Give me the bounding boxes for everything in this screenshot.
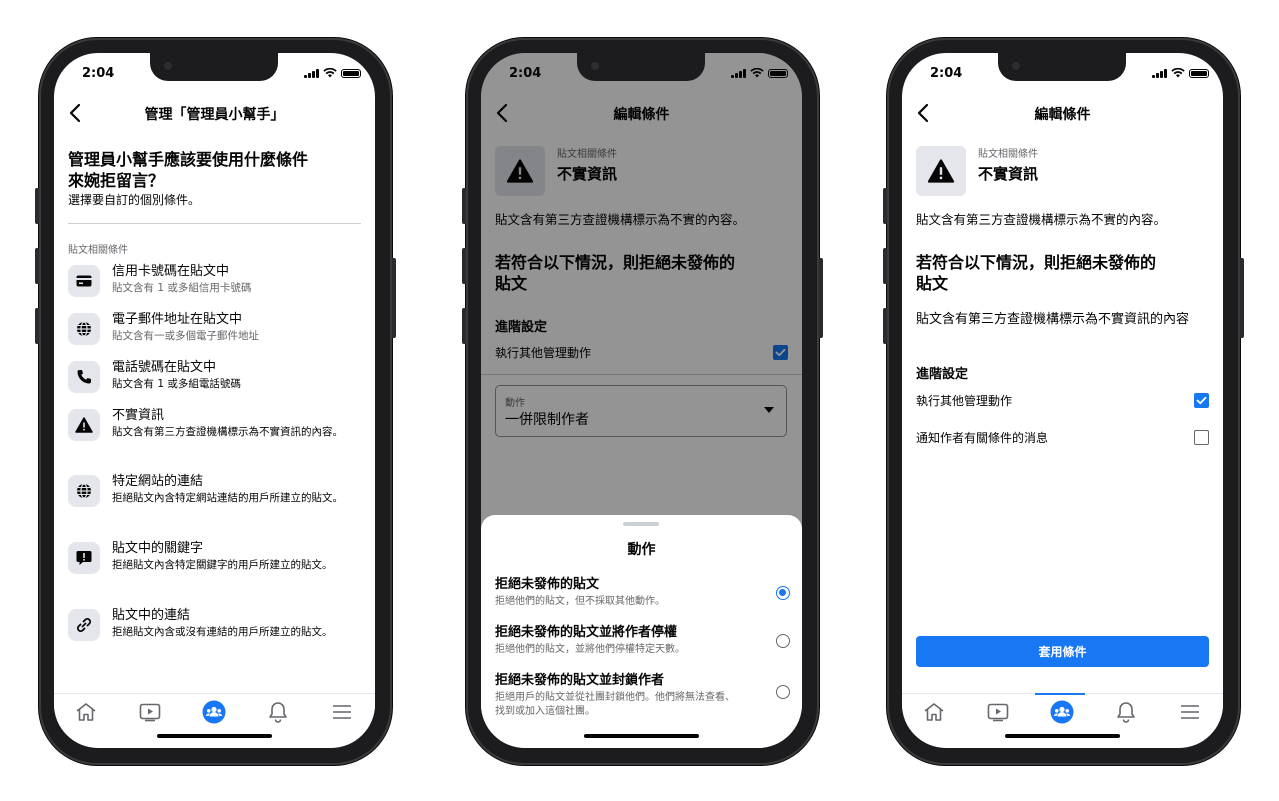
home-icon[interactable] bbox=[74, 700, 98, 724]
item-desc: 貼文含有第三方查證機構標示為不實資訊的內容。 bbox=[112, 426, 343, 438]
wifi-icon bbox=[750, 68, 764, 78]
sheet-title: 動作 bbox=[627, 542, 656, 558]
bell-icon[interactable] bbox=[266, 700, 290, 724]
phone-frame-2: 2:04 編輯條件 貼文相關條件 不實資訊 貼文含有第三方查證機構標示為不實的內… bbox=[462, 38, 823, 765]
warning-icon bbox=[916, 146, 966, 196]
condition-title: 不實資訊 bbox=[978, 165, 1039, 183]
bell-icon[interactable] bbox=[1114, 700, 1138, 724]
video-icon[interactable] bbox=[986, 700, 1010, 724]
sheet-grabber[interactable] bbox=[623, 522, 659, 526]
groups-icon[interactable] bbox=[1050, 700, 1074, 724]
question-subtitle: 選擇要自訂的個別條件。 bbox=[68, 193, 201, 207]
notch bbox=[150, 53, 278, 81]
screen-2: 2:04 編輯條件 貼文相關條件 不實資訊 貼文含有第三方查證機構標示為不實的內… bbox=[481, 53, 802, 748]
item-title: 貼文中的關鍵字 bbox=[112, 541, 204, 556]
option-radio[interactable] bbox=[776, 685, 790, 699]
home-indicator bbox=[157, 734, 272, 738]
active-tab-indicator bbox=[1035, 693, 1085, 695]
option-title: 拒絕未發佈的貼文 bbox=[495, 577, 600, 592]
condition-category: 貼文相關條件 bbox=[978, 149, 1038, 160]
option-title: 拒絕未發佈的貼文並將作者停權 bbox=[495, 625, 678, 640]
wifi-icon bbox=[323, 68, 337, 78]
credit-card-icon bbox=[68, 265, 100, 297]
video-icon[interactable] bbox=[138, 700, 162, 724]
option-title: 拒絕未發佈的貼文並封鎖作者 bbox=[495, 673, 665, 688]
notify-author-label: 通知作者有關條件的消息 bbox=[916, 431, 1049, 445]
option-reject-block[interactable]: 拒絕未發佈的貼文並封鎖作者 拒絕用戶的貼文並從社團封鎖他們。他們將無法查看、找到… bbox=[495, 672, 790, 719]
screen-1: 2:04 管理「管理員小幫手」 管理員小幫手應該要使用什麼條件 來婉拒留言？ 選… bbox=[54, 53, 375, 748]
item-title: 貼文中的連結 bbox=[112, 608, 191, 623]
item-desc: 拒絕貼文內含特定關鍵字的用戶所建立的貼文。 bbox=[112, 559, 333, 571]
signal-icon bbox=[304, 69, 319, 78]
phone-frame-3: 2:04 編輯條件 貼文相關條件 不實資訊 貼文含有第三方查證機構標示為不實的內… bbox=[883, 38, 1244, 765]
battery-icon bbox=[768, 69, 788, 78]
option-reject-suspend[interactable]: 拒絕未發佈的貼文並將作者停權 拒絕他們的貼文，並將他們停權特定天數。 bbox=[495, 624, 790, 657]
section-label: 貼文相關條件 bbox=[68, 245, 128, 256]
option-radio[interactable] bbox=[776, 634, 790, 648]
signal-icon bbox=[731, 69, 746, 78]
item-desc: 貼文含有 1 或多組信用卡號碼 bbox=[112, 282, 252, 294]
wifi-icon bbox=[1171, 68, 1185, 78]
item-title: 電話號碼在貼文中 bbox=[112, 360, 217, 375]
item-desc: 拒絕貼文內含或沒有連結的用戶所建立的貼文。 bbox=[112, 626, 333, 638]
bottom-nav bbox=[902, 693, 1223, 730]
status-time: 2:04 bbox=[82, 66, 115, 81]
item-desc: 拒絕貼文內含特定網站連結的用戶所建立的貼文。 bbox=[112, 492, 343, 504]
rule-desc: 貼文含有第三方查證機構標示為不實資訊的內容 bbox=[916, 312, 1190, 327]
item-title: 特定網站的連結 bbox=[112, 474, 204, 489]
status-time: 2:04 bbox=[930, 66, 963, 81]
globe-icon bbox=[68, 313, 100, 345]
phone-icon bbox=[68, 361, 100, 393]
option-radio-selected[interactable] bbox=[776, 586, 790, 600]
exclamation-chat-icon bbox=[68, 542, 100, 574]
notch bbox=[998, 53, 1126, 81]
menu-icon[interactable] bbox=[330, 700, 354, 724]
option-desc: 拒絕用戶的貼文並從社團封鎖他們。他們將無法查看、找到或加入這個社團。 bbox=[495, 692, 735, 717]
item-desc: 貼文含有 1 或多組電話號碼 bbox=[112, 378, 241, 390]
battery-icon bbox=[341, 69, 361, 78]
link-icon bbox=[68, 609, 100, 641]
rule-heading: 若符合以下情況，則拒絕未發佈的 貼文 bbox=[916, 253, 1157, 293]
option-desc: 拒絕他們的貼文，但不採取其他動作。 bbox=[495, 596, 665, 607]
apply-condition-button[interactable]: 套用條件 bbox=[916, 636, 1209, 667]
divider bbox=[68, 223, 361, 224]
condition-desc: 貼文含有第三方查證機構標示為不實的內容。 bbox=[916, 212, 1167, 227]
signal-icon bbox=[1152, 69, 1167, 78]
notify-author-checkbox[interactable] bbox=[1194, 430, 1209, 445]
more-actions-checkbox[interactable] bbox=[1194, 393, 1209, 408]
status-time: 2:04 bbox=[509, 66, 542, 81]
action-bottom-sheet: 動作 拒絕未發佈的貼文 拒絕他們的貼文，但不採取其他動作。 拒絕未發佈的貼文並將… bbox=[481, 515, 802, 748]
globe-icon bbox=[68, 475, 100, 507]
option-desc: 拒絕他們的貼文，並將他們停權特定天數。 bbox=[495, 644, 685, 655]
page-title: 管理「管理員小幫手」 bbox=[144, 107, 285, 123]
groups-icon[interactable] bbox=[202, 700, 226, 724]
page-title: 編輯條件 bbox=[1034, 107, 1091, 123]
question-heading: 管理員小幫手應該要使用什麼條件 來婉拒留言？ bbox=[68, 150, 309, 190]
warning-icon bbox=[68, 409, 100, 441]
phone-frame-1: 2:04 管理「管理員小幫手」 管理員小幫手應該要使用什麼條件 來婉拒留言？ 選… bbox=[35, 38, 396, 765]
battery-icon bbox=[1189, 69, 1209, 78]
menu-icon[interactable] bbox=[1178, 700, 1202, 724]
item-title: 電子郵件地址在貼文中 bbox=[112, 312, 243, 327]
item-desc: 貼文含有一或多個電子郵件地址 bbox=[112, 330, 259, 342]
option-reject[interactable]: 拒絕未發佈的貼文 拒絕他們的貼文，但不採取其他動作。 bbox=[495, 576, 790, 609]
item-title: 信用卡號碼在貼文中 bbox=[112, 264, 230, 279]
advanced-settings-label: 進階設定 bbox=[916, 367, 969, 382]
notch bbox=[577, 53, 705, 81]
home-indicator bbox=[584, 734, 699, 738]
bottom-nav bbox=[54, 693, 375, 730]
home-indicator bbox=[1005, 734, 1120, 738]
more-actions-label: 執行其他管理動作 bbox=[916, 394, 1013, 408]
item-title: 不實資訊 bbox=[112, 408, 165, 423]
screen-3: 2:04 編輯條件 貼文相關條件 不實資訊 貼文含有第三方查證機構標示為不實的內… bbox=[902, 53, 1223, 748]
home-icon[interactable] bbox=[922, 700, 946, 724]
